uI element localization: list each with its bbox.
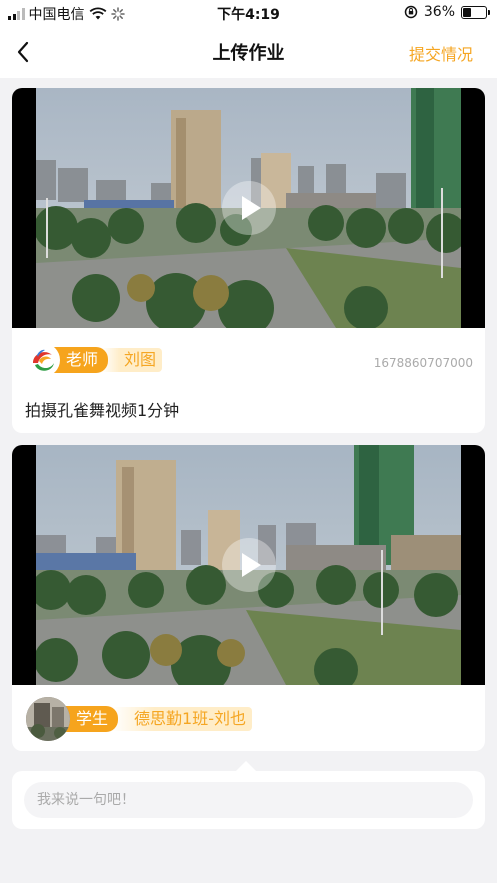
school-logo-icon (27, 344, 59, 376)
video-player[interactable] (12, 445, 485, 685)
avatar[interactable] (26, 697, 70, 741)
author-row: 学生 德思勤1班-刘也 (26, 697, 252, 741)
avatar[interactable] (26, 343, 60, 377)
orientation-lock-icon (404, 5, 418, 19)
author-name: 德思勤1班-刘也 (112, 707, 252, 731)
play-button[interactable] (221, 538, 276, 592)
play-icon (241, 553, 261, 577)
submission-status-button[interactable]: 提交情况 (409, 41, 473, 65)
play-icon (241, 196, 261, 220)
status-bar: 中国电信 下午4:19 36% (0, 0, 497, 26)
timestamp: 1678860707000 (373, 356, 473, 370)
post-caption: 拍摄孔雀舞视频1分钟 (25, 401, 180, 420)
battery-icon (461, 5, 490, 19)
user-photo-icon (26, 697, 70, 741)
back-button[interactable] (10, 38, 38, 66)
comment-pointer (236, 761, 256, 771)
nav-bar: 上传作业 提交情况 (0, 26, 497, 78)
comment-input[interactable] (24, 782, 473, 818)
role-badge: 老师 (52, 347, 109, 373)
video-player[interactable] (12, 88, 485, 328)
author-row: 老师 刘图 (26, 342, 163, 378)
post-card: 学生 德思勤1班-刘也 (12, 445, 485, 751)
post-card: 老师 刘图 1678860707000 拍摄孔雀舞视频1分钟 (12, 88, 485, 433)
play-button[interactable] (221, 181, 276, 235)
battery-percent: 36% (423, 4, 455, 20)
chevron-left-icon (17, 41, 29, 63)
role-badge: 学生 (62, 706, 119, 732)
author-name: 刘图 (102, 348, 163, 372)
comment-box (12, 771, 485, 829)
